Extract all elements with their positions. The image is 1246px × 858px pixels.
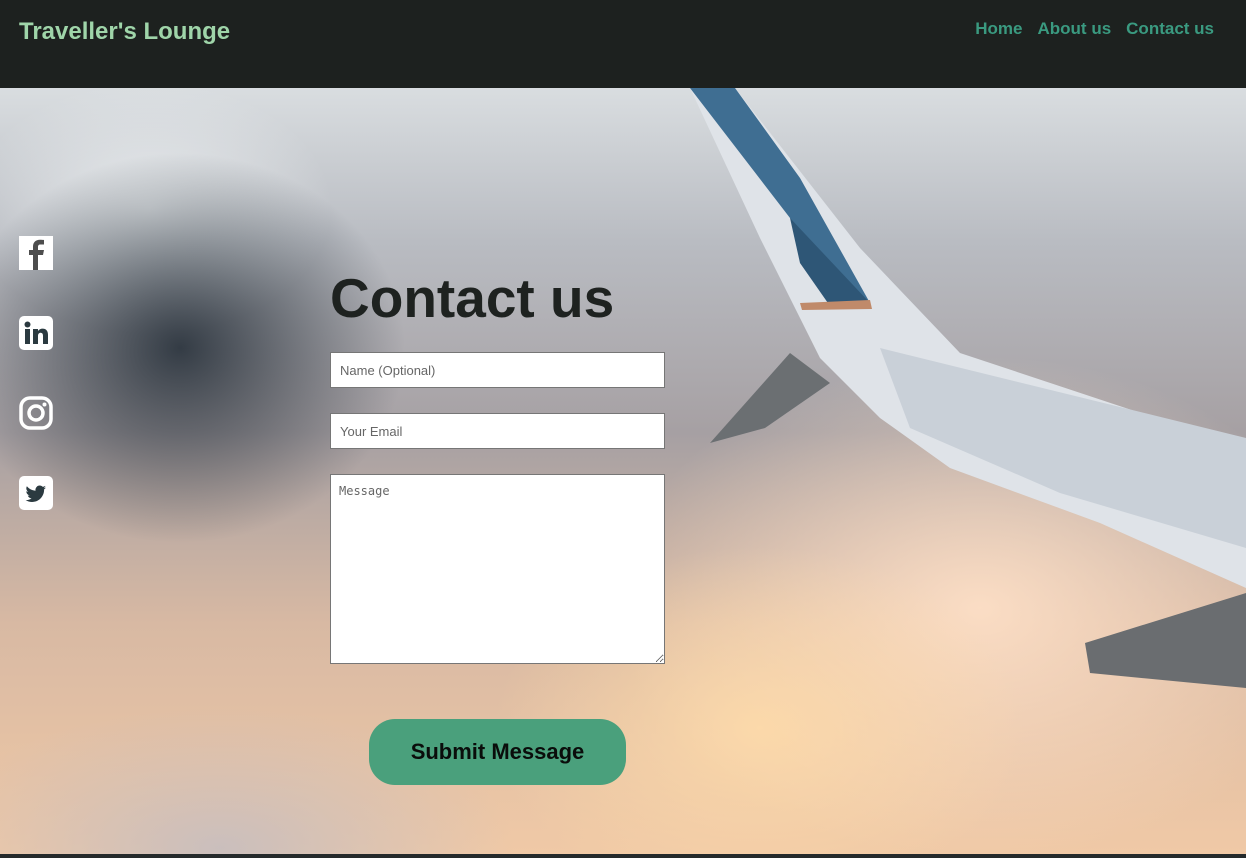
twitter-icon xyxy=(19,476,53,510)
nav-about-us[interactable]: About us xyxy=(1038,19,1112,39)
name-field[interactable] xyxy=(330,352,665,388)
page-title: Contact us xyxy=(330,267,615,329)
main-nav: Home About us Contact us xyxy=(975,19,1214,39)
facebook-icon xyxy=(19,236,53,270)
top-navbar: Traveller's Lounge Home About us Contact… xyxy=(0,0,1246,88)
footer-edge xyxy=(0,854,1246,858)
twitter-link[interactable] xyxy=(19,476,53,510)
instagram-icon xyxy=(19,396,53,430)
site-brand[interactable]: Traveller's Lounge xyxy=(19,18,230,46)
linkedin-link[interactable] xyxy=(19,316,53,350)
message-textarea[interactable] xyxy=(330,474,665,664)
submit-message-button[interactable]: Submit Message xyxy=(369,719,626,785)
instagram-link[interactable] xyxy=(19,396,53,430)
nav-contact-us[interactable]: Contact us xyxy=(1126,19,1214,39)
email-field[interactable] xyxy=(330,413,665,449)
linkedin-icon xyxy=(19,316,53,350)
nav-home[interactable]: Home xyxy=(975,19,1022,39)
facebook-link[interactable] xyxy=(19,236,53,270)
